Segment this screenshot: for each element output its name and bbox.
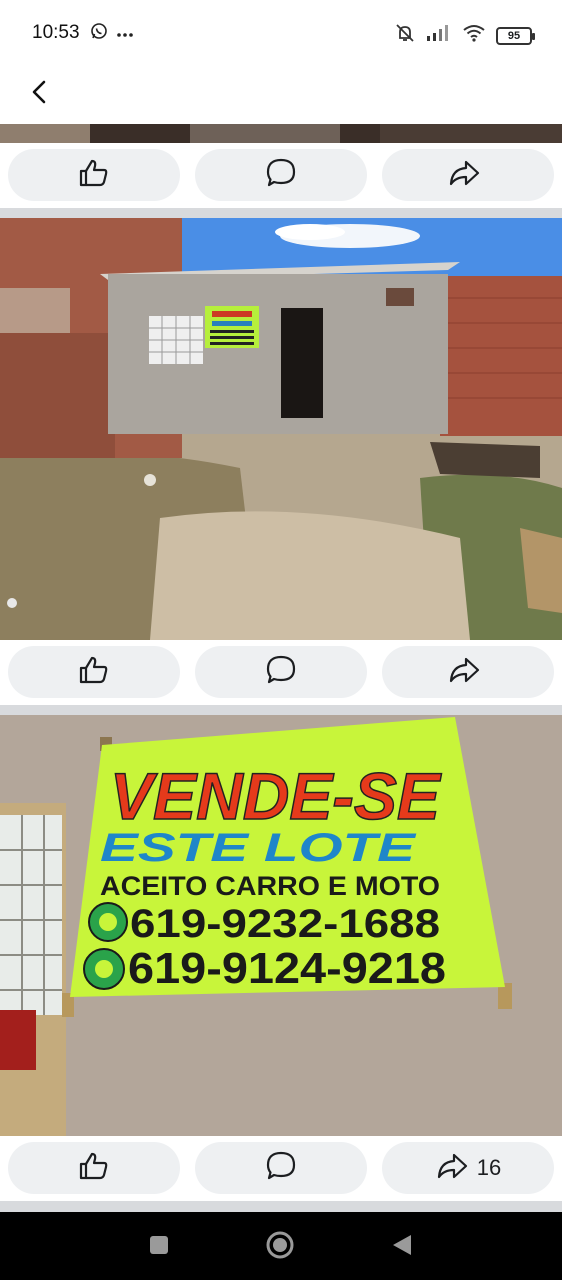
comment-button[interactable] [195,149,367,201]
post-separator [0,705,562,715]
status-time: 10:53 [32,22,80,43]
share-icon [435,1149,469,1188]
post-photo-3[interactable]: VENDE-SE ESTE LOTE ACEITO CARRO E MOTO 6… [0,715,562,1138]
whatsapp-icon [88,902,128,942]
status-left-icons [90,22,134,45]
sign-line2: ESTE LOTE [100,826,417,870]
back-button[interactable] [24,74,54,114]
more-icon [116,25,134,43]
wifi-icon [462,24,486,47]
battery-level: 95 [507,29,521,42]
comment-button[interactable] [195,1142,367,1194]
like-icon [77,653,111,692]
post-photo-2[interactable] [0,218,562,640]
sign-phone2: 619-9124-9218 [128,944,446,993]
post-actions-1 [0,143,562,211]
recents-square-icon [148,1234,170,1261]
post-actions-3: 16 [0,1136,562,1204]
like-icon [77,1149,111,1188]
whatsapp-icon [90,22,108,45]
comment-icon [264,156,298,195]
like-button[interactable] [8,149,180,201]
post-separator [0,208,562,218]
back-chevron-icon [31,79,47,110]
system-nav-bar [0,1212,562,1280]
status-right-icons: 95 [394,22,535,49]
post-separator [0,1201,562,1212]
comment-icon [264,1149,298,1188]
share-icon [447,653,481,692]
share-button[interactable] [382,646,554,698]
share-icon [447,156,481,195]
system-back-button[interactable] [387,1232,417,1262]
like-button[interactable] [8,646,180,698]
home-button[interactable] [265,1230,295,1265]
mute-icon [394,22,416,49]
comment-button[interactable] [195,646,367,698]
sign-phone1: 619-9232-1688 [130,902,440,946]
status-bar: 10:53 95 [0,0,562,68]
sign-line3: ACEITO CARRO E MOTO [100,871,440,901]
back-triangle-icon [391,1233,413,1262]
like-icon [77,156,111,195]
recents-button[interactable] [144,1232,174,1262]
share-count: 16 [476,1155,502,1180]
share-button[interactable] [382,149,554,201]
battery-icon: 95 [496,26,535,45]
post-actions-2 [0,640,562,708]
header [0,68,562,124]
whatsapp-icon [83,948,125,990]
post-photo-1[interactable] [0,124,562,143]
like-button[interactable] [8,1142,180,1194]
home-circle-icon [265,1230,295,1265]
signal-icon [426,24,452,47]
comment-icon [264,653,298,692]
share-button[interactable]: 16 [382,1142,554,1194]
sign-line1: VENDE-SE [110,759,442,833]
